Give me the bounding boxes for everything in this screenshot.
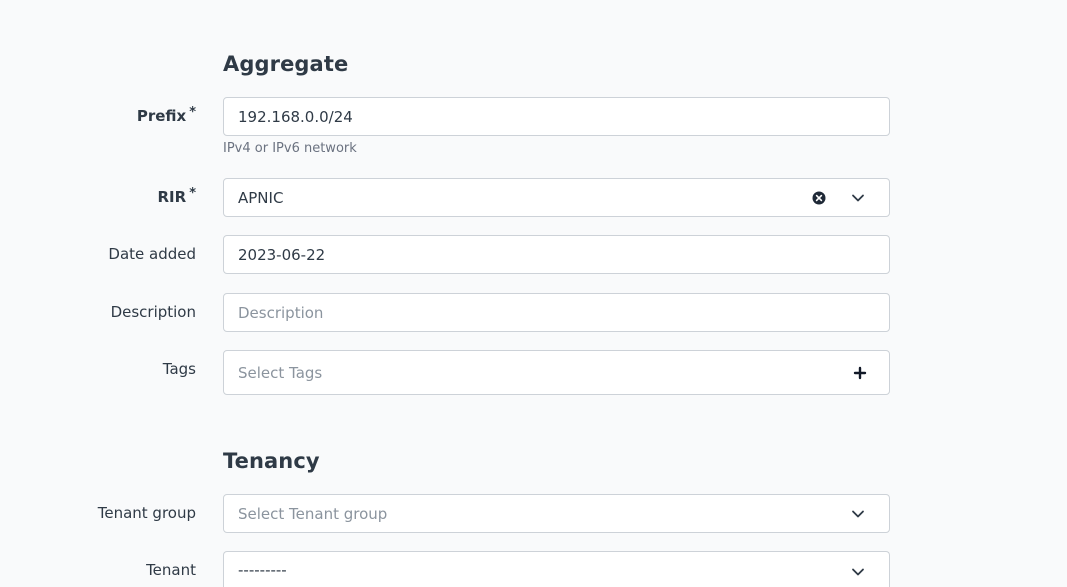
tags-placeholder: Select Tags — [238, 363, 323, 382]
plus-icon[interactable] — [853, 366, 867, 380]
tags-label: Tags — [162, 360, 196, 378]
aggregate-form-page: Aggregate Prefix* IPv4 or IPv6 network R… — [0, 0, 1067, 587]
rir-label-text: RIR — [157, 188, 187, 206]
clear-icon[interactable] — [812, 191, 826, 205]
required-mark: * — [189, 105, 196, 120]
prefix-input[interactable] — [238, 98, 889, 135]
section-title-aggregate: Aggregate — [223, 52, 349, 76]
date-added-label: Date added — [108, 245, 196, 263]
prefix-label: Prefix * — [136, 105, 196, 125]
prefix-help-text: IPv4 or IPv6 network — [223, 141, 357, 156]
date-added-field[interactable] — [223, 235, 890, 274]
required-mark: * — [189, 186, 196, 201]
description-label: Description — [110, 303, 196, 321]
tenant-label: Tenant — [146, 561, 196, 579]
rir-selected-value: APNIC — [238, 188, 284, 207]
tenant-select[interactable]: --------- — [223, 551, 890, 587]
tags-select[interactable]: Select Tags — [223, 350, 890, 395]
description-input[interactable] — [238, 294, 889, 331]
chevron-down-icon[interactable] — [851, 565, 865, 579]
chevron-down-icon[interactable] — [851, 191, 865, 205]
date-added-input[interactable] — [238, 236, 889, 273]
tenant-group-select[interactable]: Select Tenant group — [223, 494, 890, 533]
chevron-down-icon[interactable] — [851, 507, 865, 521]
section-title-tenancy: Tenancy — [223, 449, 320, 473]
rir-label: RIR * — [157, 186, 197, 206]
prefix-label-text: Prefix — [136, 107, 187, 125]
description-field[interactable] — [223, 293, 890, 332]
rir-select[interactable]: APNIC — [223, 178, 890, 217]
tenant-group-placeholder: Select Tenant group — [238, 504, 388, 523]
tenant-group-label: Tenant group — [97, 504, 196, 522]
tenant-selected-value: --------- — [238, 560, 287, 579]
prefix-field[interactable] — [223, 97, 890, 136]
